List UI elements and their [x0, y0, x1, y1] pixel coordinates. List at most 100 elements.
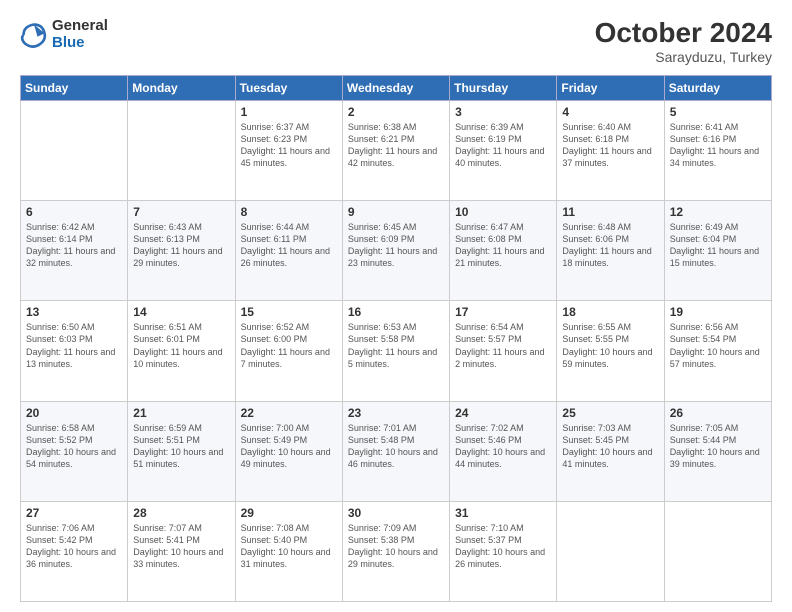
- day-info: Sunrise: 6:49 AM Sunset: 6:04 PM Dayligh…: [670, 221, 766, 270]
- daylight-label: Daylight: 11 hours and 40 minutes.: [455, 146, 544, 168]
- calendar-cell: 21 Sunrise: 6:59 AM Sunset: 5:51 PM Dayl…: [128, 401, 235, 501]
- sunrise-label: Sunrise: 6:52 AM: [241, 322, 310, 332]
- day-header-friday: Friday: [557, 75, 664, 100]
- calendar-cell: 14 Sunrise: 6:51 AM Sunset: 6:01 PM Dayl…: [128, 301, 235, 401]
- day-info: Sunrise: 6:58 AM Sunset: 5:52 PM Dayligh…: [26, 422, 122, 471]
- day-number: 31: [455, 506, 551, 520]
- daylight-label: Daylight: 11 hours and 5 minutes.: [348, 347, 437, 369]
- sunset-label: Sunset: 6:21 PM: [348, 134, 415, 144]
- day-info: Sunrise: 6:59 AM Sunset: 5:51 PM Dayligh…: [133, 422, 229, 471]
- day-number: 26: [670, 406, 766, 420]
- day-info: Sunrise: 6:43 AM Sunset: 6:13 PM Dayligh…: [133, 221, 229, 270]
- calendar-cell: 3 Sunrise: 6:39 AM Sunset: 6:19 PM Dayli…: [450, 100, 557, 200]
- calendar-cell: 10 Sunrise: 6:47 AM Sunset: 6:08 PM Dayl…: [450, 201, 557, 301]
- calendar-cell: 20 Sunrise: 6:58 AM Sunset: 5:52 PM Dayl…: [21, 401, 128, 501]
- sunrise-label: Sunrise: 6:39 AM: [455, 122, 524, 132]
- day-number: 19: [670, 305, 766, 319]
- sunset-label: Sunset: 6:16 PM: [670, 134, 737, 144]
- calendar-cell: 2 Sunrise: 6:38 AM Sunset: 6:21 PM Dayli…: [342, 100, 449, 200]
- day-number: 21: [133, 406, 229, 420]
- logo-blue: Blue: [52, 35, 108, 52]
- day-header-monday: Monday: [128, 75, 235, 100]
- calendar-cell: 23 Sunrise: 7:01 AM Sunset: 5:48 PM Dayl…: [342, 401, 449, 501]
- daylight-label: Daylight: 11 hours and 42 minutes.: [348, 146, 437, 168]
- sunrise-label: Sunrise: 6:42 AM: [26, 222, 95, 232]
- day-info: Sunrise: 6:37 AM Sunset: 6:23 PM Dayligh…: [241, 121, 337, 170]
- calendar-cell: 8 Sunrise: 6:44 AM Sunset: 6:11 PM Dayli…: [235, 201, 342, 301]
- day-number: 16: [348, 305, 444, 319]
- daylight-label: Daylight: 11 hours and 21 minutes.: [455, 246, 544, 268]
- day-info: Sunrise: 6:45 AM Sunset: 6:09 PM Dayligh…: [348, 221, 444, 270]
- daylight-label: Daylight: 11 hours and 45 minutes.: [241, 146, 330, 168]
- daylight-label: Daylight: 11 hours and 32 minutes.: [26, 246, 115, 268]
- week-row-1: 1 Sunrise: 6:37 AM Sunset: 6:23 PM Dayli…: [21, 100, 772, 200]
- day-info: Sunrise: 6:38 AM Sunset: 6:21 PM Dayligh…: [348, 121, 444, 170]
- day-number: 1: [241, 105, 337, 119]
- day-number: 28: [133, 506, 229, 520]
- day-header-tuesday: Tuesday: [235, 75, 342, 100]
- sunset-label: Sunset: 5:44 PM: [670, 435, 737, 445]
- calendar-cell: 12 Sunrise: 6:49 AM Sunset: 6:04 PM Dayl…: [664, 201, 771, 301]
- calendar-cell: 18 Sunrise: 6:55 AM Sunset: 5:55 PM Dayl…: [557, 301, 664, 401]
- sunset-label: Sunset: 6:13 PM: [133, 234, 200, 244]
- sunrise-label: Sunrise: 6:43 AM: [133, 222, 202, 232]
- day-number: 23: [348, 406, 444, 420]
- daylight-label: Daylight: 11 hours and 29 minutes.: [133, 246, 222, 268]
- week-row-3: 13 Sunrise: 6:50 AM Sunset: 6:03 PM Dayl…: [21, 301, 772, 401]
- daylight-label: Daylight: 11 hours and 7 minutes.: [241, 347, 330, 369]
- day-info: Sunrise: 6:39 AM Sunset: 6:19 PM Dayligh…: [455, 121, 551, 170]
- calendar-cell: 7 Sunrise: 6:43 AM Sunset: 6:13 PM Dayli…: [128, 201, 235, 301]
- daylight-label: Daylight: 11 hours and 37 minutes.: [562, 146, 651, 168]
- day-number: 11: [562, 205, 658, 219]
- location-subtitle: Sarayduzu, Turkey: [595, 49, 772, 65]
- calendar-cell: 24 Sunrise: 7:02 AM Sunset: 5:46 PM Dayl…: [450, 401, 557, 501]
- day-number: 20: [26, 406, 122, 420]
- daylight-label: Daylight: 10 hours and 54 minutes.: [26, 447, 116, 469]
- calendar-cell: 15 Sunrise: 6:52 AM Sunset: 6:00 PM Dayl…: [235, 301, 342, 401]
- daylight-label: Daylight: 11 hours and 10 minutes.: [133, 347, 222, 369]
- daylight-label: Daylight: 11 hours and 18 minutes.: [562, 246, 651, 268]
- sunrise-label: Sunrise: 6:37 AM: [241, 122, 310, 132]
- day-info: Sunrise: 6:53 AM Sunset: 5:58 PM Dayligh…: [348, 321, 444, 370]
- day-number: 2: [348, 105, 444, 119]
- sunrise-label: Sunrise: 6:41 AM: [670, 122, 739, 132]
- sunrise-label: Sunrise: 6:40 AM: [562, 122, 631, 132]
- day-header-saturday: Saturday: [664, 75, 771, 100]
- day-info: Sunrise: 6:55 AM Sunset: 5:55 PM Dayligh…: [562, 321, 658, 370]
- sunrise-label: Sunrise: 7:06 AM: [26, 523, 95, 533]
- calendar-cell: 17 Sunrise: 6:54 AM Sunset: 5:57 PM Dayl…: [450, 301, 557, 401]
- calendar-cell: 16 Sunrise: 6:53 AM Sunset: 5:58 PM Dayl…: [342, 301, 449, 401]
- sunrise-label: Sunrise: 6:53 AM: [348, 322, 417, 332]
- day-number: 8: [241, 205, 337, 219]
- header-row: SundayMondayTuesdayWednesdayThursdayFrid…: [21, 75, 772, 100]
- sunset-label: Sunset: 5:46 PM: [455, 435, 522, 445]
- sunset-label: Sunset: 5:49 PM: [241, 435, 308, 445]
- daylight-label: Daylight: 10 hours and 36 minutes.: [26, 547, 116, 569]
- day-number: 29: [241, 506, 337, 520]
- calendar-table: SundayMondayTuesdayWednesdayThursdayFrid…: [20, 75, 772, 602]
- daylight-label: Daylight: 11 hours and 23 minutes.: [348, 246, 437, 268]
- sunrise-label: Sunrise: 6:56 AM: [670, 322, 739, 332]
- title-section: October 2024 Sarayduzu, Turkey: [595, 18, 772, 65]
- daylight-label: Daylight: 10 hours and 46 minutes.: [348, 447, 438, 469]
- calendar-cell: 22 Sunrise: 7:00 AM Sunset: 5:49 PM Dayl…: [235, 401, 342, 501]
- day-info: Sunrise: 7:05 AM Sunset: 5:44 PM Dayligh…: [670, 422, 766, 471]
- sunset-label: Sunset: 6:01 PM: [133, 334, 200, 344]
- sunrise-label: Sunrise: 7:10 AM: [455, 523, 524, 533]
- day-info: Sunrise: 7:01 AM Sunset: 5:48 PM Dayligh…: [348, 422, 444, 471]
- sunset-label: Sunset: 5:55 PM: [562, 334, 629, 344]
- daylight-label: Daylight: 10 hours and 44 minutes.: [455, 447, 545, 469]
- day-info: Sunrise: 6:51 AM Sunset: 6:01 PM Dayligh…: [133, 321, 229, 370]
- day-number: 17: [455, 305, 551, 319]
- month-title: October 2024: [595, 18, 772, 49]
- sunrise-label: Sunrise: 6:50 AM: [26, 322, 95, 332]
- sunrise-label: Sunrise: 7:08 AM: [241, 523, 310, 533]
- daylight-label: Daylight: 10 hours and 51 minutes.: [133, 447, 223, 469]
- sunrise-label: Sunrise: 6:49 AM: [670, 222, 739, 232]
- sunrise-label: Sunrise: 6:58 AM: [26, 423, 95, 433]
- sunrise-label: Sunrise: 6:54 AM: [455, 322, 524, 332]
- day-number: 22: [241, 406, 337, 420]
- day-info: Sunrise: 7:09 AM Sunset: 5:38 PM Dayligh…: [348, 522, 444, 571]
- calendar-cell: 6 Sunrise: 6:42 AM Sunset: 6:14 PM Dayli…: [21, 201, 128, 301]
- logo-icon: [20, 21, 48, 49]
